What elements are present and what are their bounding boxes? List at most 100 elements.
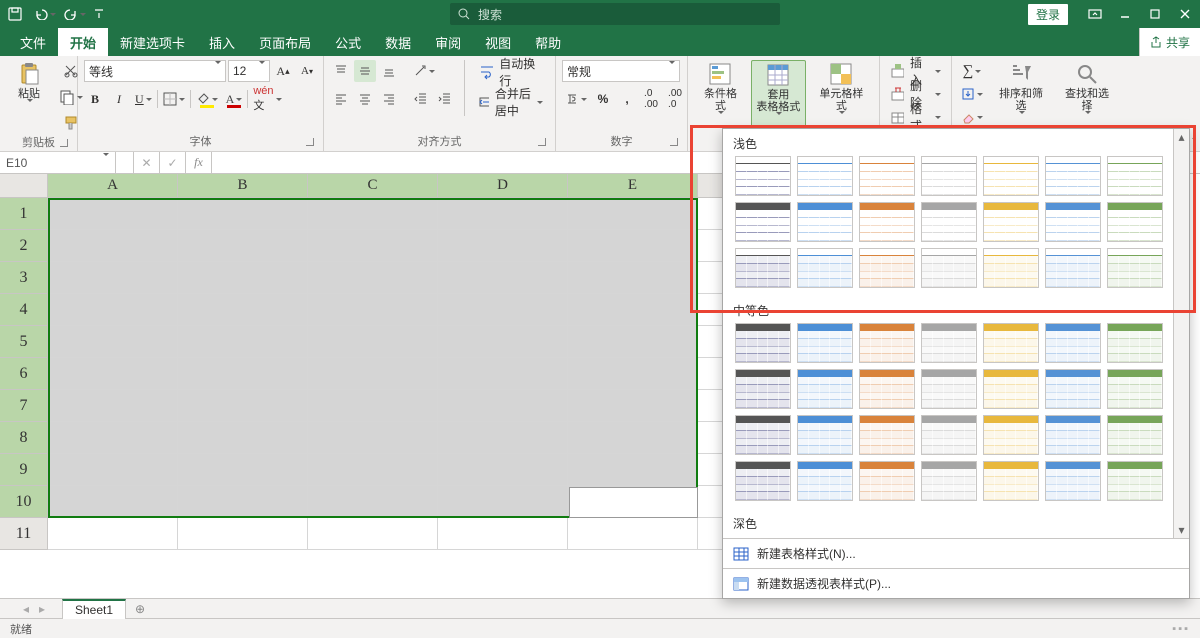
table-style-swatch[interactable] xyxy=(859,156,915,196)
autosum-button[interactable]: ∑ xyxy=(958,60,986,82)
align-bottom[interactable] xyxy=(378,60,400,82)
fill-button[interactable] xyxy=(958,83,986,105)
enter-formula-button[interactable]: ✓ xyxy=(160,152,186,173)
cell[interactable] xyxy=(438,518,568,550)
gallery-scroll-down[interactable]: ▾ xyxy=(1174,522,1189,538)
collapse-ribbon-button[interactable]: ˆ xyxy=(1192,135,1196,149)
col-header[interactable]: E xyxy=(568,174,698,198)
table-style-swatch[interactable] xyxy=(983,323,1039,363)
format-as-table-button[interactable]: 套用 表格格式 xyxy=(751,60,806,132)
table-style-swatch[interactable] xyxy=(735,202,791,242)
table-style-swatch[interactable] xyxy=(735,461,791,501)
underline-button[interactable]: U xyxy=(132,88,155,110)
gallery-scrollbar[interactable]: ▴ ▾ xyxy=(1173,129,1189,538)
cell[interactable] xyxy=(438,390,568,422)
increase-decimal[interactable]: .0.00 xyxy=(640,88,662,110)
cell[interactable] xyxy=(48,262,178,294)
decrease-decimal[interactable]: .00.0 xyxy=(664,88,686,110)
tab-file[interactable]: 文件 xyxy=(8,28,58,56)
shrink-font-button[interactable]: A▾ xyxy=(296,60,318,82)
orientation-button[interactable] xyxy=(410,60,438,82)
cell[interactable] xyxy=(178,262,308,294)
row-header[interactable]: 1 xyxy=(0,198,48,230)
row-header[interactable]: 7 xyxy=(0,390,48,422)
table-style-swatch[interactable] xyxy=(859,415,915,455)
row-header[interactable]: 6 xyxy=(0,358,48,390)
cell[interactable] xyxy=(308,198,438,230)
col-header[interactable]: A xyxy=(48,174,178,198)
table-style-swatch[interactable] xyxy=(1045,156,1101,196)
table-style-swatch[interactable] xyxy=(735,323,791,363)
cell[interactable] xyxy=(568,486,698,518)
italic-button[interactable]: I xyxy=(108,88,130,110)
conditional-format-button[interactable]: 条件格式 xyxy=(694,60,747,130)
row-header[interactable]: 8 xyxy=(0,422,48,454)
grow-font-button[interactable]: A▴ xyxy=(272,60,294,82)
table-style-swatch[interactable] xyxy=(921,415,977,455)
table-style-swatch[interactable] xyxy=(983,156,1039,196)
indent-increase[interactable] xyxy=(434,88,456,110)
fx-button[interactable]: fx xyxy=(186,152,212,173)
search-box[interactable]: 搜索 xyxy=(450,3,780,25)
cell[interactable] xyxy=(568,518,698,550)
table-style-swatch[interactable] xyxy=(859,202,915,242)
row-header[interactable]: 10 xyxy=(0,486,48,518)
clipboard-launcher[interactable] xyxy=(57,136,71,150)
cell[interactable] xyxy=(178,518,308,550)
sheet-nav-prev[interactable]: ◂ xyxy=(18,602,34,616)
undo-button[interactable] xyxy=(30,0,60,28)
phonetic-button[interactable]: wén文 xyxy=(250,88,284,110)
minimize-button[interactable] xyxy=(1110,0,1140,28)
cell-styles-button[interactable]: 单元格样式 xyxy=(810,60,873,130)
login-button[interactable]: 登录 xyxy=(1028,4,1068,25)
paste-button[interactable]: 粘贴 xyxy=(6,60,52,118)
format-cells-button[interactable]: 格式 xyxy=(886,106,945,128)
cell[interactable] xyxy=(568,422,698,454)
accounting-format-button[interactable] xyxy=(562,88,590,110)
table-style-swatch[interactable] xyxy=(1107,248,1163,288)
qat-customize[interactable] xyxy=(90,0,108,28)
col-header[interactable]: C xyxy=(308,174,438,198)
select-all-corner[interactable] xyxy=(0,174,48,198)
find-select-button[interactable]: 查找和选择 xyxy=(1056,60,1118,130)
table-style-swatch[interactable] xyxy=(921,156,977,196)
view-shortcuts[interactable]: ▪▪▪ xyxy=(1172,623,1190,635)
table-style-swatch[interactable] xyxy=(1107,461,1163,501)
cell[interactable] xyxy=(438,326,568,358)
indent-decrease[interactable] xyxy=(410,88,432,110)
gallery-scroll-up[interactable]: ▴ xyxy=(1174,129,1189,145)
cell[interactable] xyxy=(568,262,698,294)
font-color-button[interactable]: A xyxy=(223,88,246,110)
cell[interactable] xyxy=(308,326,438,358)
cell[interactable] xyxy=(438,294,568,326)
table-style-swatch[interactable] xyxy=(983,461,1039,501)
table-style-swatch[interactable] xyxy=(859,461,915,501)
cell[interactable] xyxy=(568,326,698,358)
name-box[interactable]: E10 xyxy=(0,152,116,173)
tab-pagelayout[interactable]: 页面布局 xyxy=(247,28,323,56)
clear-button[interactable] xyxy=(958,106,986,128)
cell[interactable] xyxy=(48,358,178,390)
tab-review[interactable]: 审阅 xyxy=(423,28,473,56)
cell[interactable] xyxy=(308,390,438,422)
align-right[interactable] xyxy=(378,88,400,110)
table-style-swatch[interactable] xyxy=(983,248,1039,288)
cell[interactable] xyxy=(438,230,568,262)
cancel-formula-button[interactable]: ✕ xyxy=(134,152,160,173)
alignment-launcher[interactable] xyxy=(535,135,549,149)
new-table-style-item[interactable]: 新建表格样式(N)... xyxy=(723,538,1189,568)
cell[interactable] xyxy=(568,454,698,486)
tab-home[interactable]: 开始 xyxy=(58,28,108,56)
share-button[interactable]: 共享 xyxy=(1139,28,1200,56)
table-style-swatch[interactable] xyxy=(735,415,791,455)
cell[interactable] xyxy=(568,230,698,262)
col-header[interactable]: B xyxy=(178,174,308,198)
row-header[interactable]: 2 xyxy=(0,230,48,262)
cell[interactable] xyxy=(178,486,308,518)
table-style-swatch[interactable] xyxy=(921,461,977,501)
table-style-swatch[interactable] xyxy=(797,156,853,196)
align-left[interactable] xyxy=(330,88,352,110)
tab-view[interactable]: 视图 xyxy=(473,28,523,56)
cell[interactable] xyxy=(568,358,698,390)
cell[interactable] xyxy=(308,454,438,486)
